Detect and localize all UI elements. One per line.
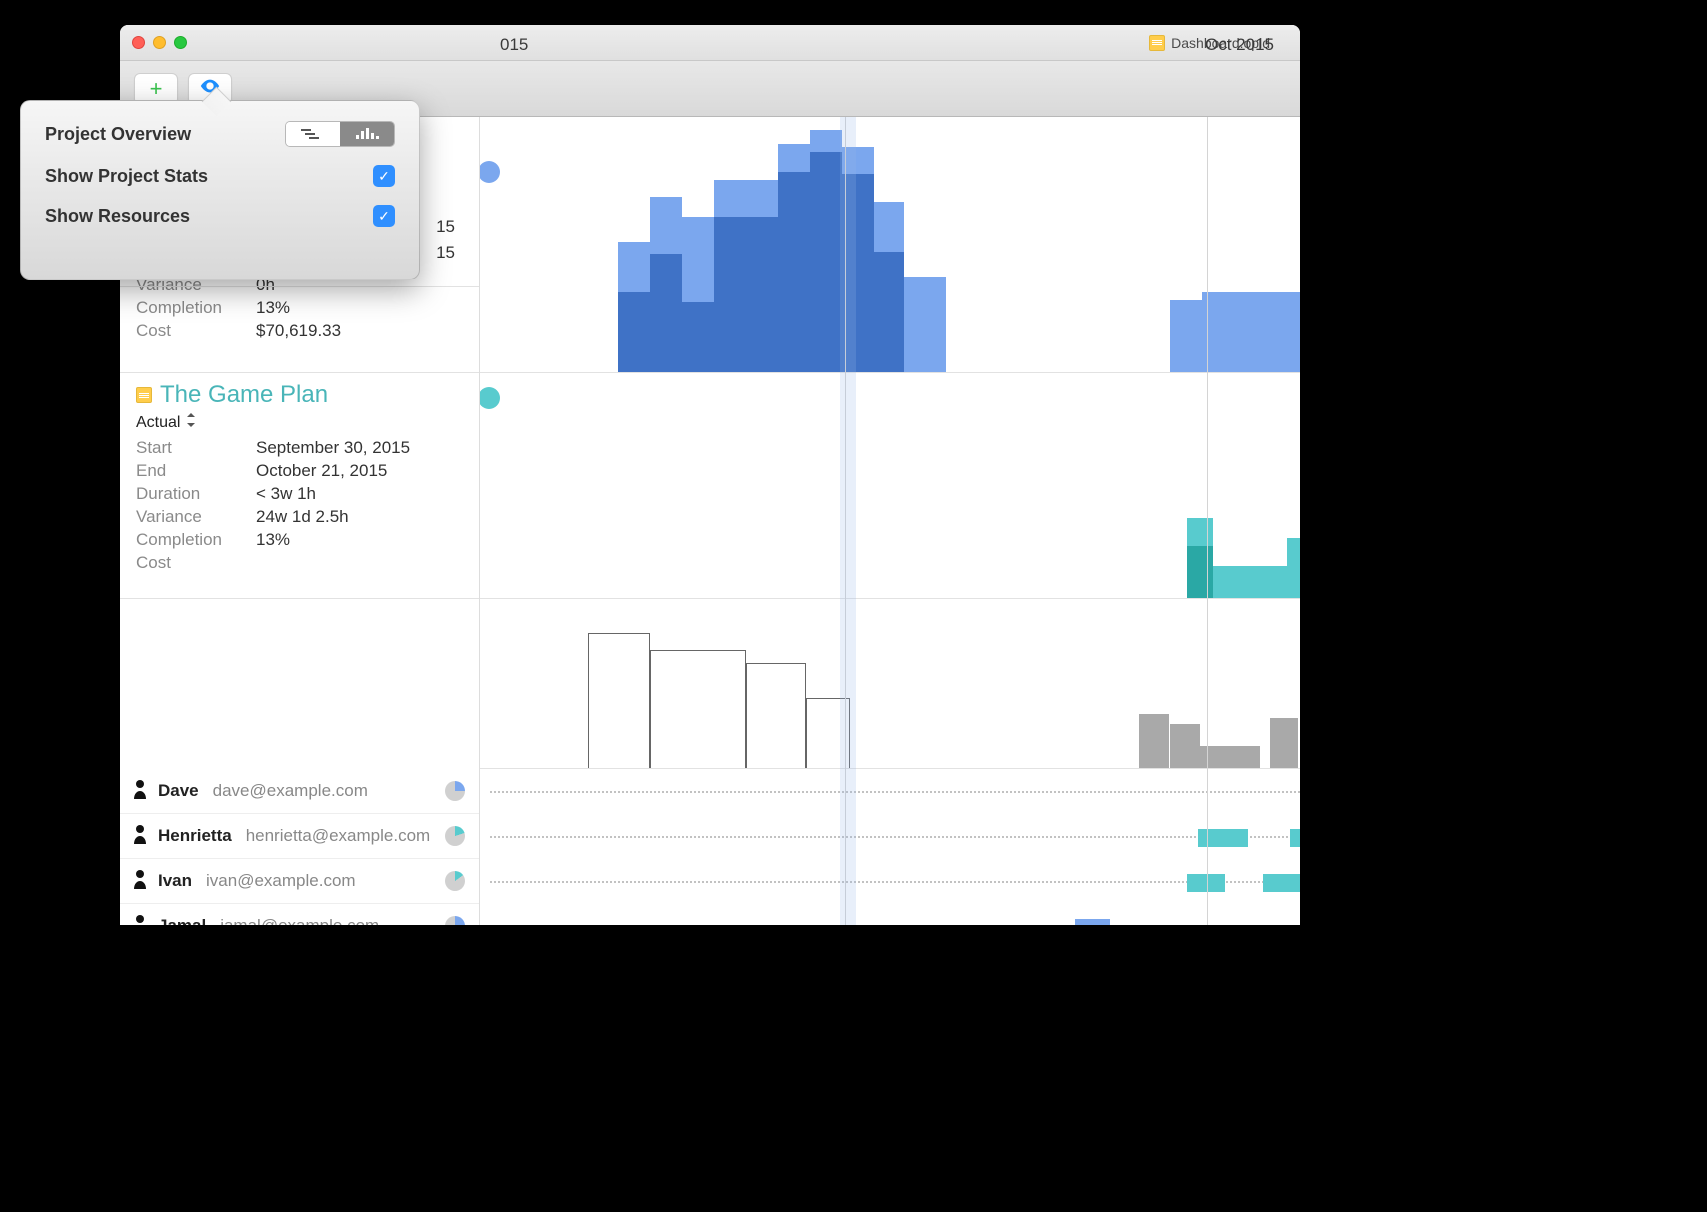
allocation-pie-icon: [445, 826, 465, 846]
chart-bar: [810, 152, 842, 372]
idle-chart: [480, 599, 1300, 769]
resource-email: jamal@example.com: [220, 916, 379, 925]
stat-key: Cost: [136, 321, 256, 341]
resource-row[interactable]: Ivan ivan@example.com: [120, 859, 479, 904]
chart-bar: [618, 292, 650, 372]
resource-email: henrietta@example.com: [246, 826, 431, 846]
chart-bar: [714, 217, 746, 372]
stat-value: 24w 1d 2.5h: [256, 507, 463, 527]
lane-dotline: [490, 791, 1300, 793]
person-icon: [132, 869, 148, 894]
chart-bar: [778, 172, 810, 372]
project-chart-1: [480, 117, 1300, 373]
close-button[interactable]: [132, 36, 145, 49]
show-resources-label: Show Resources: [45, 206, 190, 227]
allocation-pie-icon: [445, 781, 465, 801]
bars-dark: [480, 117, 1300, 372]
document-icon: [1149, 35, 1165, 51]
stat-value: < 3w 1h: [256, 484, 463, 504]
allocation-pie-icon: [445, 916, 465, 925]
updown-icon: [186, 413, 196, 432]
chart-bar: [1270, 718, 1298, 768]
stat-key: Duration: [136, 484, 256, 504]
allocation-bar: [1187, 874, 1225, 892]
stat-key: Cost: [136, 553, 256, 573]
person-icon: [132, 914, 148, 926]
project-name: The Game Plan: [160, 381, 328, 409]
mode-select[interactable]: Actual: [136, 413, 463, 432]
stat-key: Completion: [136, 530, 256, 550]
allocation-bar: [1075, 919, 1110, 925]
allocation-bar: [1198, 829, 1248, 847]
resource-name: Ivan: [158, 871, 192, 891]
mode-label: Actual: [136, 414, 180, 432]
resource-row[interactable]: Dave dave@example.com: [120, 769, 479, 814]
idle-bars: [480, 599, 1300, 768]
chart-bar: [650, 254, 682, 372]
show-stats-checkbox[interactable]: ✓: [373, 165, 395, 187]
chart-bar: [682, 302, 714, 372]
project-title: The Game Plan: [136, 381, 463, 409]
timeline-area[interactable]: [480, 117, 1300, 925]
person-icon: [132, 779, 148, 804]
resource-row[interactable]: Jamal jamal@example.com: [120, 904, 479, 925]
resource-lane: [480, 769, 1300, 814]
chart-bar: [1139, 714, 1169, 768]
month-gridline: [1207, 117, 1208, 925]
gantt-mode-option[interactable]: [286, 122, 340, 146]
month-label: 015: [500, 35, 528, 55]
window-controls: [132, 36, 187, 49]
person-icon: [132, 824, 148, 849]
resource-lane: [480, 859, 1300, 904]
resource-lane: [480, 814, 1300, 859]
allocation-bar: [1290, 829, 1300, 847]
show-resources-checkbox[interactable]: ✓: [373, 205, 395, 227]
plus-icon: +: [150, 78, 163, 100]
resource-list: Dave dave@example.com Henrietta henriett…: [120, 769, 479, 925]
resource-name: Henrietta: [158, 826, 232, 846]
stat-value: October 21, 2015: [256, 461, 463, 481]
resource-name: Dave: [158, 781, 199, 801]
resource-row[interactable]: Henrietta henrietta@example.com: [120, 814, 479, 859]
resource-lane: [480, 904, 1300, 925]
stat-value: 13%: [256, 530, 463, 550]
chart-bar: [746, 217, 778, 372]
stat-value: $70,619.33: [256, 321, 463, 341]
stat-key: Variance: [136, 507, 256, 527]
view-options-popover: Project Overview Show Project Stats ✓ Sh…: [20, 100, 420, 280]
stat-value: [256, 553, 463, 573]
stat-key: Start: [136, 438, 256, 458]
popover-title: Project Overview: [45, 124, 191, 145]
resource-email: dave@example.com: [213, 781, 368, 801]
titlebar: Dashboard.opld: [120, 25, 1300, 61]
stat-value: 13%: [256, 298, 463, 318]
chart-mode-option[interactable]: [340, 122, 394, 146]
zoom-button[interactable]: [174, 36, 187, 49]
project-block[interactable]: The Game Plan Actual StartSeptember 30, …: [120, 373, 479, 599]
lane-dotline: [490, 881, 1300, 883]
bars-dark: [480, 373, 1300, 598]
chart-bar: [1200, 746, 1260, 768]
allocation-pie-icon: [445, 871, 465, 891]
project-chart-2: [480, 373, 1300, 599]
month-label: Oct 2015: [1205, 35, 1274, 55]
resource-name: Jamal: [158, 916, 206, 925]
document-icon: [136, 387, 152, 403]
project-stats: StartSeptember 30, 2015 EndOctober 21, 2…: [136, 438, 463, 573]
lane-dotline: [490, 836, 1300, 838]
resource-email: ivan@example.com: [206, 871, 356, 891]
allocation-bar: [1263, 874, 1300, 892]
chart-bar: [1170, 724, 1200, 768]
minimize-button[interactable]: [153, 36, 166, 49]
chart-bar: [874, 252, 904, 372]
stat-value: September 30, 2015: [256, 438, 463, 458]
stat-key: End: [136, 461, 256, 481]
today-indicator: [840, 117, 856, 925]
show-stats-label: Show Project Stats: [45, 166, 208, 187]
overview-mode-segmented[interactable]: [285, 121, 395, 147]
stat-key: Completion: [136, 298, 256, 318]
chart-bar: [1187, 546, 1213, 598]
